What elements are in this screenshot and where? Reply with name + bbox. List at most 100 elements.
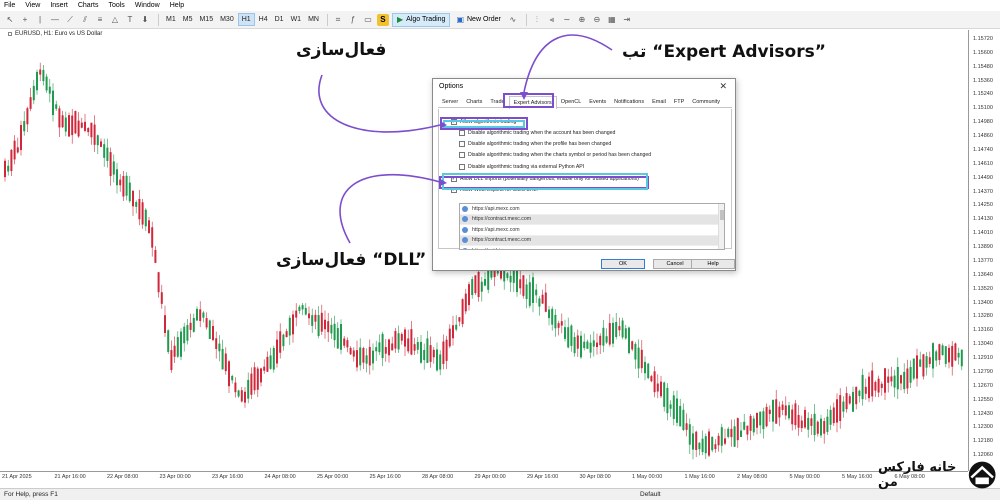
price-axis[interactable]: 1.15720 1.15600 1.15480 1.15360 1.15240 1.151…	[968, 30, 1000, 472]
price-label: 1.12670	[973, 382, 993, 389]
candle-body	[477, 271, 480, 298]
candle-body	[576, 335, 579, 349]
url-row[interactable]: https://contract.mexc.com	[460, 214, 724, 225]
option-row[interactable]: Disable algorithmic trading via external…	[459, 164, 584, 170]
option-row[interactable]: Disable algorithmic trading when the cha…	[459, 152, 651, 158]
candle-body	[384, 347, 387, 354]
arrows-icon[interactable]: ⬇	[139, 14, 151, 26]
horizontal-line-icon[interactable]: —	[49, 14, 61, 26]
tab-expert-advisors[interactable]: Expert Advisors	[508, 96, 557, 109]
tab-opencl[interactable]: OpenCL	[557, 96, 586, 108]
url-list-scrollbar[interactable]	[718, 204, 724, 249]
indicators-icon[interactable]: ƒ	[347, 14, 359, 26]
checkbox[interactable]	[459, 141, 465, 147]
time-axis[interactable]: 21 Apr 2025 21 Apr 16:00 22 Apr 08:00 23 Ap…	[0, 471, 968, 483]
close-icon[interactable]: ✕	[719, 81, 727, 92]
option-row[interactable]: Disable algorithmic trading when the pro…	[459, 141, 611, 147]
timeframe-mn[interactable]: MN	[305, 13, 322, 26]
candle-body	[589, 342, 592, 353]
candle-body	[468, 284, 470, 306]
new-order-button[interactable]: ▣ New Order	[452, 13, 504, 27]
candle-body	[372, 350, 374, 364]
candle-body	[103, 144, 106, 158]
checkbox[interactable]	[459, 152, 465, 158]
option-row[interactable]: Disable algorithmic trading when the acc…	[459, 130, 615, 136]
templates-icon[interactable]: ▭	[362, 14, 374, 26]
menu-insert[interactable]: Insert	[50, 2, 68, 9]
fibonacci-icon[interactable]: ≡	[94, 14, 106, 26]
timeframe-m30[interactable]: M30	[217, 13, 237, 26]
timeframe-d1[interactable]: D1	[272, 13, 287, 26]
checkbox[interactable]	[459, 130, 465, 136]
url-row[interactable]: https://contract.mexc.com	[460, 235, 724, 246]
tab-events[interactable]: Events	[585, 96, 610, 108]
timeframe-m15[interactable]: M15	[196, 13, 216, 26]
zoom-out-icon[interactable]: ⊖	[591, 14, 603, 26]
candle-body	[455, 324, 458, 330]
tab-server[interactable]: Server	[438, 96, 462, 108]
time-label: 28 Apr 08:00	[422, 474, 454, 480]
timeframe-w1[interactable]: W1	[288, 13, 305, 26]
cursor-icon[interactable]: ↖	[4, 14, 16, 26]
candle-body	[400, 333, 403, 341]
timeframe-m5[interactable]: M5	[180, 13, 196, 26]
menu-charts[interactable]: Charts	[78, 2, 99, 9]
timeframe-h1[interactable]: H1	[237, 13, 255, 26]
tab-trade[interactable]: Trade	[486, 96, 508, 108]
menu-window[interactable]: Window	[135, 2, 160, 9]
tab-notifications[interactable]: Notifications	[610, 96, 648, 108]
tab-ftp[interactable]: FTP	[670, 96, 688, 108]
webrequest-url-list[interactable]: https://api.mexc.com https://contract.mex…	[459, 203, 725, 250]
tab-email[interactable]: Email	[648, 96, 670, 108]
signal-icon[interactable]: ∿	[507, 14, 519, 26]
checkbox[interactable]: ✓	[451, 187, 457, 193]
checkbox[interactable]	[459, 164, 465, 170]
checkbox[interactable]: ✓	[451, 119, 457, 125]
channel-icon[interactable]: ⫽	[79, 14, 91, 26]
candle-body	[528, 282, 531, 306]
chart-type-icon[interactable]: ⌗	[332, 14, 344, 26]
candle-body	[826, 416, 829, 432]
help-button[interactable]: Help	[691, 259, 735, 269]
option-row[interactable]: ✓ Allow DLL imports (potentially dangerou…	[451, 176, 639, 182]
menu-file[interactable]: File	[4, 2, 15, 9]
menu-tools[interactable]: Tools	[108, 2, 124, 9]
globe-icon	[462, 205, 468, 212]
text-tool-icon[interactable]: T	[124, 14, 136, 26]
price-label: 1.12430	[973, 410, 993, 417]
option-row[interactable]: ✓ Allow WebRequest for listed URL:	[451, 187, 538, 193]
candle-body	[701, 438, 704, 453]
tile-windows-icon[interactable]: ▦	[606, 14, 618, 26]
candle-body	[880, 383, 883, 388]
status-help-text: For Help, press F1	[4, 491, 58, 498]
script-icon[interactable]: S	[376, 13, 389, 26]
timeframe-m1[interactable]: M1	[163, 13, 179, 26]
vertical-line-icon[interactable]: |	[34, 14, 46, 26]
line-chart-icon[interactable]: ∼	[561, 14, 573, 26]
candle-body	[487, 270, 490, 290]
zoom-in-icon[interactable]: ⊕	[576, 14, 588, 26]
option-row[interactable]: ✓ Allow algorithmic trading	[451, 119, 516, 125]
autoscroll-icon[interactable]: ⇥	[621, 14, 633, 26]
candle-body	[832, 407, 835, 424]
checkbox[interactable]: ✓	[451, 176, 457, 182]
price-label: 1.15720	[973, 36, 993, 42]
menu-help[interactable]: Help	[170, 2, 184, 9]
trendline-icon[interactable]: ⟋	[64, 14, 76, 26]
tab-community[interactable]: Community	[688, 96, 724, 108]
tab-charts[interactable]: Charts	[462, 96, 486, 108]
candle-body	[845, 393, 848, 410]
timeframe-h4[interactable]: H4	[256, 13, 271, 26]
bar-chart-icon[interactable]: ⫶	[531, 14, 543, 26]
algo-trading-button[interactable]: ▶ Algo Trading	[391, 12, 451, 27]
scrollbar-thumb[interactable]	[720, 210, 724, 220]
url-row[interactable]: https://api.mexc.com	[460, 225, 724, 236]
menu-view[interactable]: View	[25, 2, 40, 9]
candlestick-icon[interactable]: ⫷	[546, 14, 558, 26]
crosshair-icon[interactable]: +	[19, 14, 31, 26]
url-row[interactable]: https://api.mexc.com	[460, 204, 724, 215]
ok-button[interactable]: OK	[601, 259, 645, 269]
shapes-icon[interactable]: △	[109, 14, 121, 26]
candle-body	[244, 391, 246, 403]
url-row[interactable]: https://api.binance.com	[460, 246, 724, 249]
